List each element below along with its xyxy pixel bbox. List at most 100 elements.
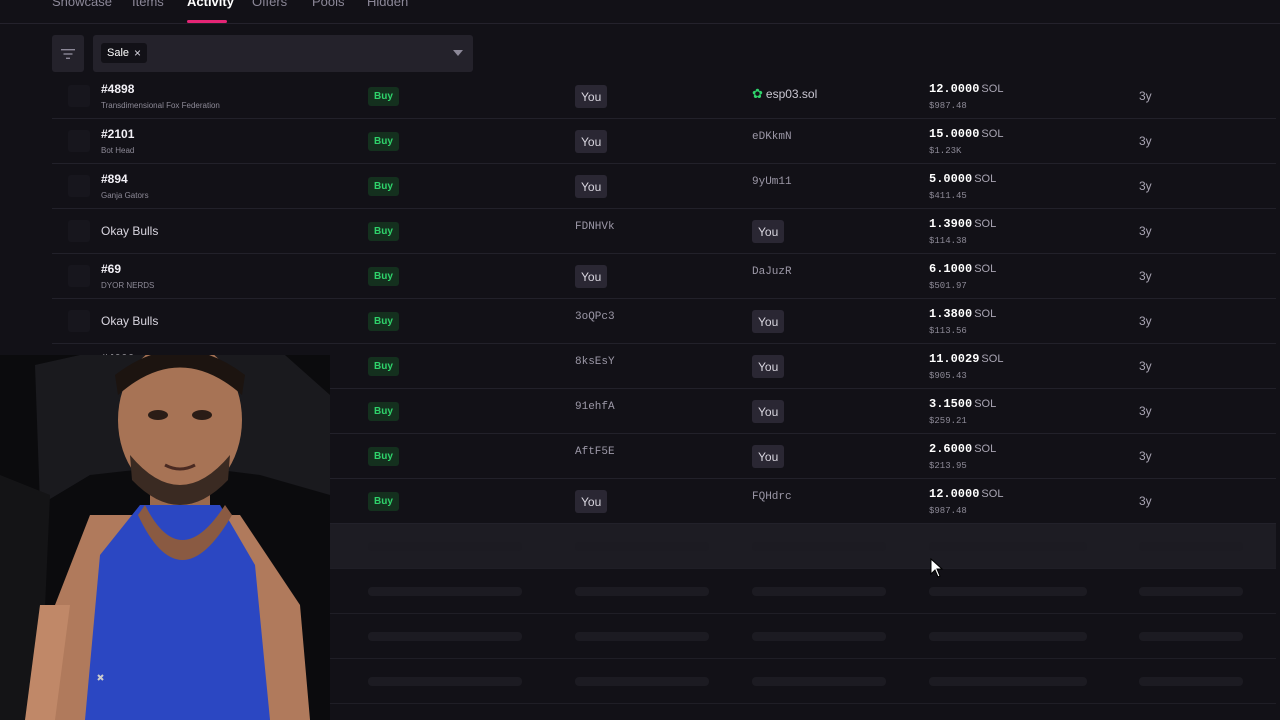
nft-thumbnail [68, 265, 90, 287]
price-usd: $1.23K [929, 146, 962, 156]
seller[interactable]: You [752, 220, 785, 243]
price-sol: 6.1000 SOL [929, 262, 996, 276]
price-sol-value: 3.1500 [929, 397, 973, 411]
price-usd: $213.95 [929, 461, 967, 471]
tab-items[interactable]: Items [132, 0, 164, 9]
price-usd: $114.38 [929, 236, 967, 246]
buyer[interactable]: You [575, 85, 608, 108]
skeleton-bar [368, 677, 522, 686]
skeleton-bar [575, 587, 709, 596]
price-unit: SOL [981, 488, 1004, 500]
price-sol: 5.0000 SOL [929, 172, 996, 186]
price-usd: $113.56 [929, 326, 967, 336]
nft-thumbnail [68, 310, 90, 332]
price-usd: $501.97 [929, 281, 967, 291]
time-ago: 3y [1139, 314, 1152, 328]
skeleton-bar [752, 542, 886, 551]
tab-pools[interactable]: Pools [312, 0, 345, 9]
item-name[interactable]: #69 [101, 262, 121, 276]
price-usd: $411.45 [929, 191, 967, 201]
price-sol: 12.0000 SOL [929, 487, 1003, 501]
price-usd: $987.48 [929, 101, 967, 111]
buyer[interactable]: 91ehfA [575, 401, 615, 413]
seller[interactable]: 9yUm11 [752, 176, 792, 188]
time-ago: 3y [1139, 134, 1152, 148]
seller[interactable]: ✿ esp03.sol [752, 86, 817, 102]
price-sol: 12.0000 SOL [929, 82, 1003, 96]
buyer[interactable]: 8ksEsY [575, 356, 615, 368]
seller[interactable]: You [752, 445, 785, 468]
table-row[interactable]: #69 DYOR NERDS Buy You DaJuzR 6.1000 SOL … [52, 254, 1276, 299]
price-sol-value: 12.0000 [929, 82, 980, 96]
tab-showcase[interactable]: Showcase [52, 0, 112, 9]
table-row[interactable]: #2101 Bot Head Buy You eDKkmN 15.0000 SOL… [52, 119, 1276, 164]
price-sol-value: 6.1000 [929, 262, 973, 276]
item-name[interactable]: #4898 [101, 82, 134, 96]
price-unit: SOL [981, 128, 1004, 140]
skeleton-bar [575, 542, 709, 551]
table-row[interactable]: Okay Bulls Buy 3oQPc3 You 1.3800 SOL $113… [52, 299, 1276, 344]
buyer[interactable]: You [575, 265, 608, 288]
price-sol-value: 12.0000 [929, 487, 980, 501]
seller[interactable]: FQHdrc [752, 491, 792, 503]
seller[interactable]: You [752, 310, 785, 333]
skeleton-bar [575, 677, 709, 686]
price-sol-value: 15.0000 [929, 127, 980, 141]
tab-activity[interactable]: Activity [187, 0, 234, 9]
price-unit: SOL [981, 353, 1004, 365]
item-name[interactable]: Okay Bulls [101, 314, 158, 328]
remove-chip-icon[interactable]: × [134, 46, 141, 60]
type-badge: Buy [368, 492, 399, 511]
chevron-down-icon[interactable] [453, 50, 463, 56]
item-collection: Ganja Gators [101, 191, 149, 200]
type-badge: Buy [368, 267, 399, 286]
seller[interactable]: DaJuzR [752, 266, 792, 278]
buyer[interactable]: 3oQPc3 [575, 311, 615, 323]
buyer[interactable]: You [575, 490, 608, 513]
skeleton-bar [929, 587, 1087, 596]
skeleton-bar [368, 632, 522, 641]
table-row[interactable]: #894 Ganja Gators Buy You 9yUm11 5.0000 S… [52, 164, 1276, 209]
type-badge: Buy [368, 87, 399, 106]
type-badge: Buy [368, 132, 399, 151]
time-ago: 3y [1139, 89, 1152, 103]
buyer[interactable]: You [575, 175, 608, 198]
item-name[interactable]: #894 [101, 172, 128, 186]
item-name[interactable]: Okay Bulls [101, 224, 158, 238]
buyer[interactable]: AftF5E [575, 446, 615, 458]
time-ago: 3y [1139, 269, 1152, 283]
seller[interactable]: eDKkmN [752, 131, 792, 143]
price-usd: $987.48 [929, 506, 967, 516]
buyer[interactable]: FDNHVk [575, 221, 615, 233]
buyer[interactable]: You [575, 130, 608, 153]
item-collection: DYOR NERDS [101, 281, 155, 290]
seller[interactable]: You [752, 400, 785, 423]
price-sol: 1.3900 SOL [929, 217, 996, 231]
price-unit: SOL [981, 83, 1004, 95]
time-ago: 3y [1139, 449, 1152, 463]
activity-type-select[interactable]: Sale × [93, 35, 473, 72]
skeleton-bar [929, 632, 1087, 641]
skeleton-bar [752, 677, 886, 686]
tab-offers[interactable]: Offers [252, 0, 287, 9]
price-unit: SOL [974, 263, 997, 275]
price-unit: SOL [974, 398, 997, 410]
time-ago: 3y [1139, 179, 1152, 193]
item-name[interactable]: #2101 [101, 127, 134, 141]
filter-toggle-button[interactable] [52, 35, 84, 72]
price-unit: SOL [974, 218, 997, 230]
tab-bar: Showcase Items Activity Offers Pools Hid… [0, 0, 1280, 24]
table-row[interactable]: #4898 Transdimensional Fox Federation Bu… [52, 74, 1276, 119]
skeleton-bar [752, 587, 886, 596]
seller[interactable]: You [752, 355, 785, 378]
type-badge: Buy [368, 177, 399, 196]
skeleton-bar [368, 587, 522, 596]
tab-hidden[interactable]: Hidden [367, 0, 408, 9]
table-row[interactable]: Okay Bulls Buy FDNHVk You 1.3900 SOL $114… [52, 209, 1276, 254]
skeleton-bar [929, 677, 1087, 686]
type-badge: Buy [368, 447, 399, 466]
filter-chip-label: Sale [107, 47, 130, 59]
filter-chip-sale: Sale × [101, 43, 148, 63]
price-sol-value: 11.0029 [929, 352, 980, 366]
price-unit: SOL [974, 443, 997, 455]
